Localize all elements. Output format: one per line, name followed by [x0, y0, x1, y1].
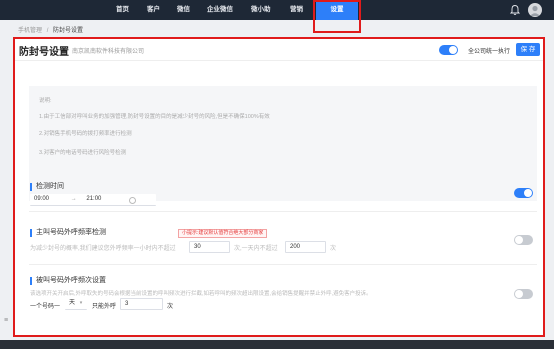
exec-all-label: 全公司统一执行	[468, 49, 511, 55]
nav-item-customer[interactable]: 客户	[147, 0, 160, 20]
note-line-2: 2.对销售手机号码的拨打频率进行检测	[39, 131, 132, 137]
breadcrumb-parent[interactable]: 手机管理	[18, 28, 42, 34]
bell-icon[interactable]	[509, 4, 521, 16]
caller-freq-desc-middle: 次,一天内不超过	[234, 246, 278, 252]
card-header: 防封号设置 南京凯南软件科技有限公司 全公司统一执行 保 存	[15, 39, 543, 61]
clock-icon	[129, 197, 136, 204]
settings-highlight-box	[313, 0, 361, 33]
notes-heading: 说明:	[39, 98, 52, 104]
menu-collapse-icon[interactable]: ≡	[4, 317, 8, 324]
per-day-input[interactable]: 200	[285, 241, 326, 253]
avatar[interactable]	[528, 3, 542, 17]
time-end: 21:00	[86, 196, 102, 202]
nav-item-wechat[interactable]: 微信	[177, 0, 190, 20]
caller-freq-title: 主叫号码外呼频率检测	[30, 229, 106, 237]
caller-freq-desc-suffix: 次	[330, 246, 337, 252]
exec-all-toggle[interactable]	[439, 45, 458, 55]
one-number-label: 一个号码一	[30, 304, 61, 310]
callee-times-title: 被叫号码外呼频次设置	[30, 277, 106, 285]
breadcrumb: 手机管理 / 防封号设置	[18, 25, 83, 34]
nav-item-marketing[interactable]: 营销	[290, 0, 303, 20]
nav-item-assistant[interactable]: 微小助	[251, 0, 271, 20]
note-line-1: 1.由于工信部对呼叫业务的加强管理,防封号设置的目的是减少封号的风险,但是不确保…	[39, 114, 270, 120]
chevron-down-icon: ▾	[79, 300, 83, 306]
caller-freq-toggle[interactable]	[514, 235, 533, 245]
caller-freq-desc-prefix: 为减少封号的概率,我们建议您外呼频率一小时内不超过	[30, 246, 176, 252]
notes-panel: 说明: 1.由于工信部对呼叫业务的加强管理,防封号设置的目的是减少封号的风险,但…	[29, 86, 537, 201]
save-button[interactable]: 保 存	[516, 43, 540, 56]
divider	[29, 211, 537, 212]
nav-item-work-wechat[interactable]: 企业微信	[207, 0, 233, 20]
unit-select-value: 天	[69, 300, 76, 306]
per-hour-input[interactable]: 30	[189, 241, 230, 253]
note-line-3: 3.对客户的电话号码进行风险号检测	[39, 150, 127, 156]
callee-times-toggle[interactable]	[514, 289, 533, 299]
only-call-label: 只能外呼	[92, 304, 117, 310]
breadcrumb-separator: /	[46, 28, 49, 34]
detect-time-toggle[interactable]	[514, 188, 533, 198]
unit-select[interactable]: 天 ▾	[65, 298, 87, 310]
company-name: 南京凯南软件科技有限公司	[72, 49, 145, 55]
callee-times-desc: 该选项开关开启后,外呼取失的号码会根据当前设置的呼叫频次进行拦截,如若呼叫的频次…	[30, 291, 372, 297]
settings-card: 防封号设置 南京凯南软件科技有限公司 全公司统一执行 保 存 说明: 1.由于工…	[13, 37, 545, 337]
time-range-picker[interactable]: 09:00 → 21:00	[30, 194, 156, 206]
page-title: 防封号设置	[19, 47, 69, 58]
breadcrumb-current: 防封号设置	[53, 28, 84, 34]
detect-time-title: 检测时间	[30, 183, 64, 191]
times-suffix: 次	[167, 304, 174, 310]
bottom-taskbar	[0, 340, 554, 349]
times-input[interactable]: 3	[120, 298, 163, 310]
tip-tag: 小提示:建议默认值符合绝大部分商家	[178, 229, 268, 238]
time-start: 09:00	[34, 196, 50, 202]
time-arrow-icon: →	[70, 196, 77, 202]
divider	[29, 264, 537, 265]
nav-item-home[interactable]: 首页	[116, 0, 129, 20]
top-nav-bar: 首页 客户 微信 企业微信 微小助 营销 设备 设置	[0, 0, 554, 20]
